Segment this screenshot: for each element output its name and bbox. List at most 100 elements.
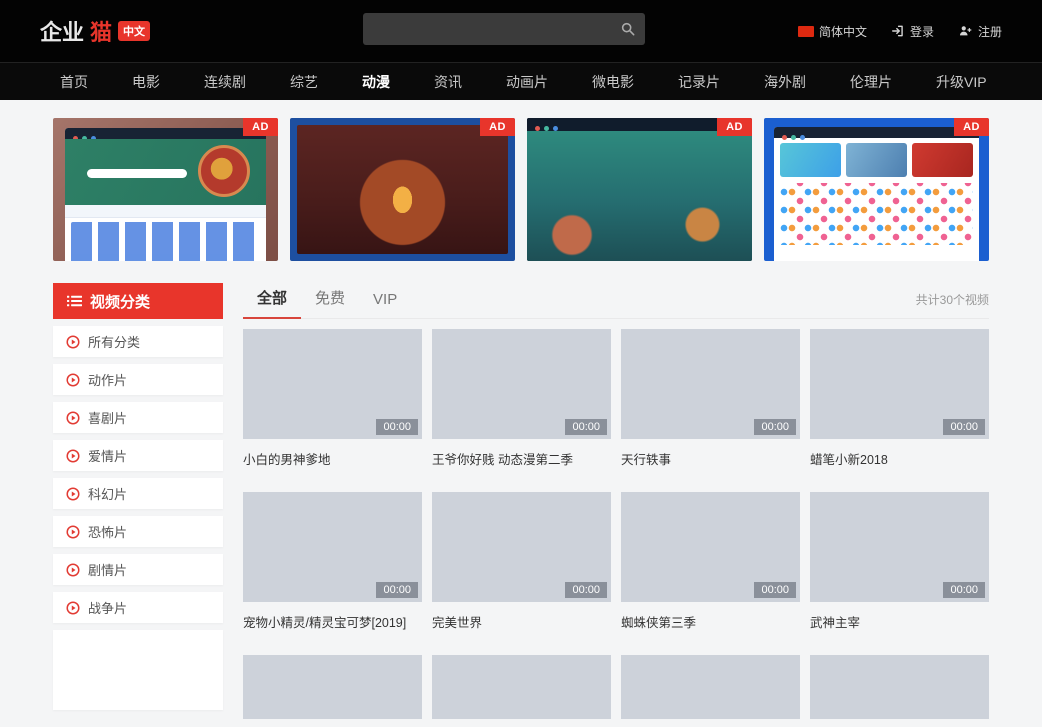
duration-badge: 00:00 bbox=[754, 582, 796, 598]
banner-art bbox=[87, 169, 187, 178]
main-nav: 首页 电影 连续剧 综艺 动漫 资讯 动画片 微电影 记录片 海外剧 伦理片 升… bbox=[0, 62, 1042, 100]
video-card[interactable]: 00:00 宠物小精灵/精灵宝可梦[2019] bbox=[243, 492, 422, 631]
banner-art bbox=[65, 139, 266, 205]
logo-lang-badge: 中文 bbox=[118, 21, 150, 41]
play-circle-icon bbox=[66, 335, 80, 349]
ad-banner-2[interactable]: AD bbox=[290, 118, 515, 261]
browser-dots-icon bbox=[782, 135, 787, 140]
video-card[interactable] bbox=[432, 655, 611, 719]
video-card[interactable]: 00:00 王爷你好贱 动态漫第二季 bbox=[432, 329, 611, 468]
play-circle-icon bbox=[66, 411, 80, 425]
sidebar-item-war[interactable]: 战争片 bbox=[53, 592, 223, 623]
sidebar-header: 视频分类 bbox=[53, 283, 223, 319]
category-sidebar: 视频分类 所有分类 动作片 喜剧片 爱情片 科幻片 bbox=[53, 283, 223, 710]
sidebar-item-label: 战争片 bbox=[88, 598, 127, 617]
language-switch[interactable]: 简体中文 bbox=[798, 23, 867, 40]
play-circle-icon bbox=[66, 449, 80, 463]
sidebar-item-comedy[interactable]: 喜剧片 bbox=[53, 402, 223, 433]
sidebar-item-horror[interactable]: 恐怖片 bbox=[53, 516, 223, 547]
nav-item-variety[interactable]: 综艺 bbox=[290, 72, 318, 92]
nav-item-anime[interactable]: 动漫 bbox=[362, 72, 390, 92]
video-card[interactable] bbox=[810, 655, 989, 719]
sidebar-item-action[interactable]: 动作片 bbox=[53, 364, 223, 395]
video-thumbnail[interactable]: 00:00 bbox=[243, 329, 422, 439]
video-total-count: 共计30个视频 bbox=[916, 291, 989, 318]
sidebar-item-romance[interactable]: 爱情片 bbox=[53, 440, 223, 471]
play-circle-icon bbox=[66, 601, 80, 615]
duration-badge: 00:00 bbox=[943, 582, 985, 598]
video-card[interactable]: 00:00 完美世界 bbox=[432, 492, 611, 631]
video-thumbnail[interactable] bbox=[621, 655, 800, 719]
login-button[interactable]: 登录 bbox=[891, 23, 934, 40]
login-label: 登录 bbox=[910, 23, 934, 40]
video-list-section: 全部 免费 VIP 共计30个视频 00:00 小白的男神爹地 00:00 王爷… bbox=[243, 283, 989, 719]
sidebar-item-label: 恐怖片 bbox=[88, 522, 127, 541]
ad-banner-4[interactable]: AD bbox=[764, 118, 989, 261]
nav-item-news[interactable]: 资讯 bbox=[434, 72, 462, 92]
sidebar-filler-panel bbox=[53, 630, 223, 710]
duration-badge: 00:00 bbox=[565, 419, 607, 435]
nav-item-series[interactable]: 连续剧 bbox=[204, 72, 246, 92]
logo-text-primary: 企业 bbox=[40, 15, 84, 47]
video-thumbnail[interactable]: 00:00 bbox=[810, 329, 989, 439]
sidebar-item-label: 动作片 bbox=[88, 370, 127, 389]
video-thumbnail[interactable]: 00:00 bbox=[621, 329, 800, 439]
nav-item-cartoon[interactable]: 动画片 bbox=[506, 72, 548, 92]
video-thumbnail[interactable]: 00:00 bbox=[810, 492, 989, 602]
sidebar-item-label: 喜剧片 bbox=[88, 408, 127, 427]
video-thumbnail[interactable] bbox=[432, 655, 611, 719]
duration-badge: 00:00 bbox=[376, 419, 418, 435]
sidebar-item-drama[interactable]: 剧情片 bbox=[53, 554, 223, 585]
register-button[interactable]: 注册 bbox=[958, 23, 1002, 40]
list-icon bbox=[67, 295, 82, 307]
banner-art bbox=[198, 145, 250, 197]
flag-icon bbox=[798, 26, 814, 37]
search-icon bbox=[620, 21, 636, 37]
sidebar-item-scifi[interactable]: 科幻片 bbox=[53, 478, 223, 509]
video-card[interactable]: 00:00 蜡笔小新2018 bbox=[810, 329, 989, 468]
tab-free[interactable]: 免费 bbox=[301, 283, 359, 319]
tab-all[interactable]: 全部 bbox=[243, 283, 301, 319]
banner-art bbox=[912, 143, 973, 177]
video-card[interactable]: 00:00 天行轶事 bbox=[621, 329, 800, 468]
video-card[interactable]: 00:00 蜘蛛侠第三季 bbox=[621, 492, 800, 631]
video-title[interactable]: 天行轶事 bbox=[621, 449, 800, 468]
video-title[interactable]: 蜡笔小新2018 bbox=[810, 449, 989, 468]
search-button[interactable] bbox=[611, 13, 645, 45]
tab-vip[interactable]: VIP bbox=[359, 287, 411, 319]
video-title[interactable]: 武神主宰 bbox=[810, 612, 989, 631]
nav-item-upgrade-vip[interactable]: 升级VIP bbox=[936, 72, 987, 92]
banner-browser-bar bbox=[65, 128, 266, 139]
filter-tabs: 全部 免费 VIP 共计30个视频 bbox=[243, 283, 989, 319]
video-title[interactable]: 王爷你好贱 动态漫第二季 bbox=[432, 449, 611, 468]
site-logo[interactable]: 企业猫 中文 bbox=[40, 15, 150, 47]
video-thumbnail[interactable]: 00:00 bbox=[243, 492, 422, 602]
video-card[interactable] bbox=[621, 655, 800, 719]
nav-item-home[interactable]: 首页 bbox=[60, 72, 88, 92]
video-title[interactable]: 宠物小精灵/精灵宝可梦[2019] bbox=[243, 612, 422, 631]
nav-item-overseas[interactable]: 海外剧 bbox=[764, 72, 806, 92]
nav-item-microfilm[interactable]: 微电影 bbox=[592, 72, 634, 92]
video-title[interactable]: 小白的男神爹地 bbox=[243, 449, 422, 468]
nav-item-ethics[interactable]: 伦理片 bbox=[850, 72, 892, 92]
video-card[interactable] bbox=[243, 655, 422, 719]
sidebar-item-all-categories[interactable]: 所有分类 bbox=[53, 326, 223, 357]
play-circle-icon bbox=[66, 563, 80, 577]
header-actions: 简体中文 登录 注册 bbox=[798, 23, 1002, 40]
language-label: 简体中文 bbox=[819, 23, 867, 40]
video-title[interactable]: 完美世界 bbox=[432, 612, 611, 631]
video-thumbnail[interactable]: 00:00 bbox=[432, 329, 611, 439]
nav-item-movies[interactable]: 电影 bbox=[132, 72, 160, 92]
video-thumbnail[interactable]: 00:00 bbox=[621, 492, 800, 602]
ad-banner-3[interactable]: AD bbox=[527, 118, 752, 261]
video-card[interactable]: 00:00 小白的男神爹地 bbox=[243, 329, 422, 468]
search-input[interactable] bbox=[363, 13, 611, 45]
video-thumbnail[interactable] bbox=[810, 655, 989, 719]
video-title[interactable]: 蜘蛛侠第三季 bbox=[621, 612, 800, 631]
ad-banner-1[interactable]: AD bbox=[53, 118, 278, 261]
banner-art bbox=[527, 131, 752, 261]
video-thumbnail[interactable] bbox=[243, 655, 422, 719]
video-thumbnail[interactable]: 00:00 bbox=[432, 492, 611, 602]
nav-item-documentary[interactable]: 记录片 bbox=[678, 72, 720, 92]
video-card[interactable]: 00:00 武神主宰 bbox=[810, 492, 989, 631]
